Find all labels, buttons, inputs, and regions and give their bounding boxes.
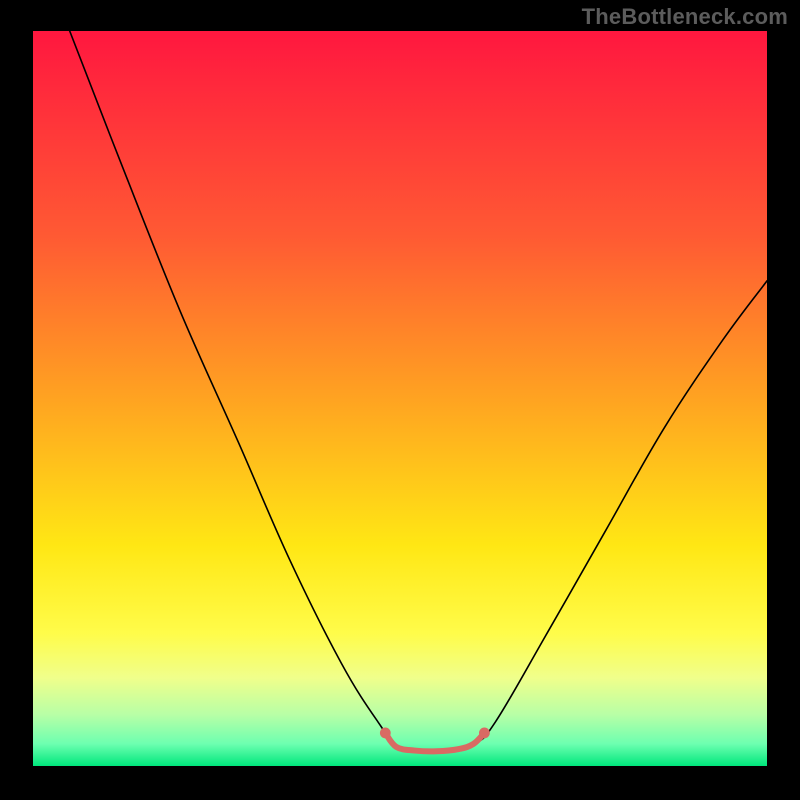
plot-background: [33, 31, 767, 766]
trough-endpoint: [380, 728, 391, 739]
chart-canvas: [0, 0, 800, 800]
watermark-text: TheBottleneck.com: [582, 4, 788, 30]
chart-root: { "watermark": "TheBottleneck.com", "cha…: [0, 0, 800, 800]
trough-endpoint: [479, 728, 490, 739]
